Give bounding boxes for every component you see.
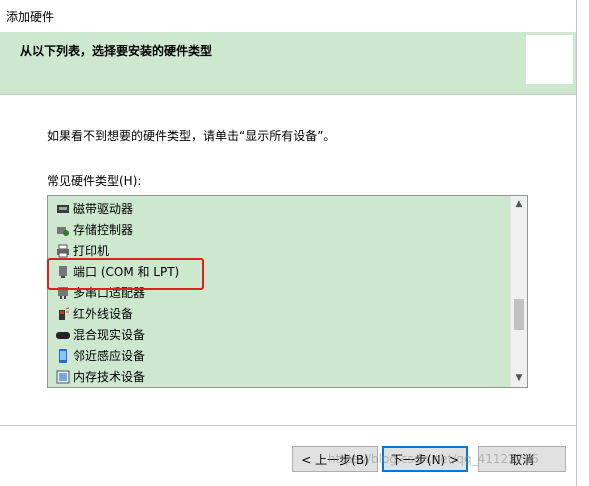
list-item-memory-tech[interactable]: 内存技术设备 xyxy=(48,366,510,387)
window-title: 添加硬件 xyxy=(6,10,55,24)
list-item-label: 邻近感应设备 xyxy=(73,349,146,363)
highlight-annotation-box xyxy=(47,258,204,290)
list-item-label: 打印机 xyxy=(73,244,110,258)
list-item-infrared[interactable]: 红外线设备 xyxy=(48,303,510,324)
list-item-label: 磁带驱动器 xyxy=(73,202,134,216)
header-heading: 从以下列表，选择要安装的硬件类型 xyxy=(20,44,213,58)
list-item-label: 存储控制器 xyxy=(73,223,134,237)
printer-icon xyxy=(56,244,70,258)
mixed-reality-icon xyxy=(56,328,70,342)
scroll-up-icon[interactable]: ▲ xyxy=(511,196,527,213)
list-item-tape-drive[interactable]: 磁带驱动器 xyxy=(48,198,510,219)
proximity-icon xyxy=(56,348,70,363)
list-label: 常见硬件类型(H): xyxy=(47,174,142,188)
list-item-label: 混合现实设备 xyxy=(73,328,146,342)
header-image xyxy=(526,35,573,84)
tape-drive-icon xyxy=(56,202,70,216)
title-bar: 添加硬件 xyxy=(0,0,589,32)
infrared-icon xyxy=(56,307,70,321)
wizard-header: 从以下列表，选择要安装的硬件类型 xyxy=(0,32,576,95)
storage-controller-icon xyxy=(56,223,70,237)
window-border xyxy=(576,0,577,486)
list-item-label: 内存技术设备 xyxy=(73,370,146,384)
list-item-mixed-reality[interactable]: 混合现实设备 xyxy=(48,324,510,345)
watermark-text: https://blog.csdn.net/qq_41122796 xyxy=(328,452,539,466)
hint-text: 如果看不到想要的硬件类型，请单击“显示所有设备”。 xyxy=(47,129,336,143)
memory-tech-icon xyxy=(56,370,70,384)
hardware-type-listbox[interactable]: 磁带驱动器 存储控制器 打印机 端口 (COM 和 LPT) 多串口适配器 红外… xyxy=(47,195,528,388)
list-item-label: 红外线设备 xyxy=(73,307,134,321)
list-scrollbar[interactable]: ▲ ▼ xyxy=(510,196,527,387)
list-item-storage-controller[interactable]: 存储控制器 xyxy=(48,219,510,240)
list-items: 磁带驱动器 存储控制器 打印机 端口 (COM 和 LPT) 多串口适配器 红外… xyxy=(48,196,510,387)
scroll-down-icon[interactable]: ▼ xyxy=(511,370,527,387)
scroll-thumb[interactable] xyxy=(514,299,524,330)
list-item-proximity[interactable]: 邻近感应设备 xyxy=(48,345,510,366)
footer-divider xyxy=(0,425,576,426)
